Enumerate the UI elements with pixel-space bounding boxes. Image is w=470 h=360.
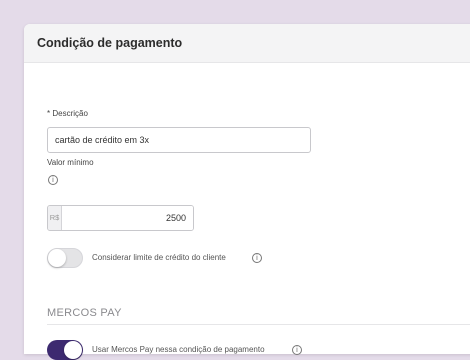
toggle-knob xyxy=(64,341,82,359)
mercos-pay-toggle[interactable] xyxy=(47,340,83,360)
description-label-text: Descrição xyxy=(52,109,88,118)
panel-title: Condição de pagamento xyxy=(24,24,470,63)
required-mark: * xyxy=(47,109,51,118)
info-circle-icon[interactable]: i xyxy=(252,253,262,263)
mercos-pay-toggle-label: Usar Mercos Pay nessa condição de pagame… xyxy=(92,345,265,354)
currency-prefix: R$ xyxy=(48,206,62,230)
mercos-pay-section-title: MERCOS PAY xyxy=(47,307,122,319)
min-value-input[interactable] xyxy=(62,206,193,230)
info-circle-icon[interactable]: i xyxy=(48,175,58,185)
description-input[interactable] xyxy=(47,127,311,153)
info-circle-icon[interactable]: i xyxy=(292,345,302,355)
section-divider xyxy=(47,324,470,325)
payment-condition-panel: Condição de pagamento * Descrição Valor … xyxy=(24,24,470,360)
min-value-label: Valor mínimo xyxy=(47,158,94,167)
min-value-field: R$ xyxy=(47,205,194,231)
credit-limit-toggle[interactable] xyxy=(47,248,83,268)
credit-limit-toggle-label: Considerar limite de crédito do cliente xyxy=(92,253,226,262)
description-label: * Descrição xyxy=(47,109,88,118)
toggle-knob xyxy=(48,249,66,267)
